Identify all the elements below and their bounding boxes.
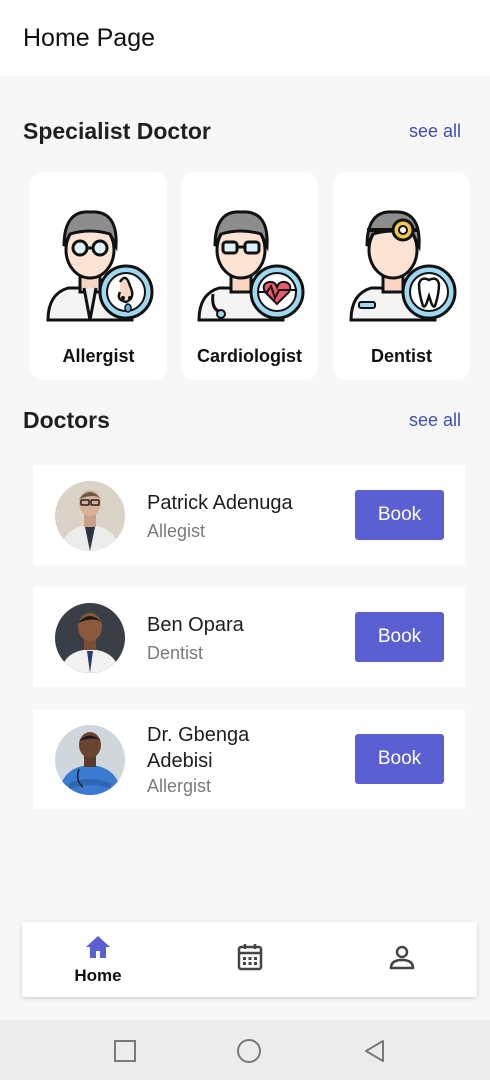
specialist-card-cardiologist[interactable]: Cardiologist	[181, 172, 318, 380]
profile-icon	[389, 945, 415, 970]
back-icon[interactable]	[362, 1038, 388, 1064]
doctor-name: Dr. Gbenga Adebisi	[147, 724, 250, 772]
doctor-name: Ben Opara	[147, 614, 244, 636]
doctor-specialty: Dentist	[147, 643, 204, 663]
system-navigation-bar	[0, 1020, 490, 1080]
cardiologist-icon	[197, 210, 305, 322]
specialist-section-header: Specialist Doctor see all	[23, 118, 461, 148]
app-bar: Home Page	[0, 0, 490, 76]
doctors-heading: Doctors	[23, 407, 110, 433]
calendar-icon	[237, 944, 263, 971]
doctor-card[interactable]: Dr. Gbenga Adebisi Allergist Book	[33, 709, 465, 809]
nav-calendar[interactable]	[228, 922, 272, 997]
specialist-label: Cardiologist	[196, 346, 302, 366]
allergist-icon	[46, 210, 154, 322]
specialist-label: Allergist	[62, 346, 135, 366]
specialist-see-all-link[interactable]: see all	[409, 121, 461, 142]
doctor-name: Patrick Adenuga	[147, 492, 293, 514]
nav-home[interactable]: Home	[62, 922, 134, 997]
avatar	[55, 481, 125, 551]
recents-icon[interactable]	[112, 1038, 138, 1064]
book-button[interactable]: Book	[355, 490, 444, 540]
nav-profile[interactable]	[380, 922, 424, 997]
doctors-section-header: Doctors see all	[23, 407, 461, 437]
page-title: Home Page	[23, 24, 156, 52]
doctor-card[interactable]: Ben Opara Dentist Book	[33, 587, 465, 687]
doctor-specialty: Allegist	[147, 521, 206, 541]
specialist-label: Dentist	[370, 346, 432, 366]
book-button[interactable]: Book	[355, 734, 444, 784]
bottom-navigation: Home	[22, 922, 477, 997]
home-icon	[86, 936, 110, 958]
avatar	[55, 725, 125, 795]
avatar	[55, 603, 125, 673]
specialist-heading: Specialist Doctor	[23, 118, 211, 144]
nav-home-label: Home	[74, 966, 122, 985]
dentist-icon	[349, 210, 457, 322]
home-circle-icon[interactable]	[236, 1038, 262, 1064]
doctors-see-all-link[interactable]: see all	[409, 410, 461, 431]
doctor-specialty: Allergist	[147, 776, 212, 796]
specialist-card-allergist[interactable]: Allergist	[30, 172, 167, 380]
specialist-card-dentist[interactable]: Dentist	[333, 172, 470, 380]
book-button[interactable]: Book	[355, 612, 444, 662]
doctor-card[interactable]: Patrick Adenuga Allegist Book	[33, 465, 465, 565]
